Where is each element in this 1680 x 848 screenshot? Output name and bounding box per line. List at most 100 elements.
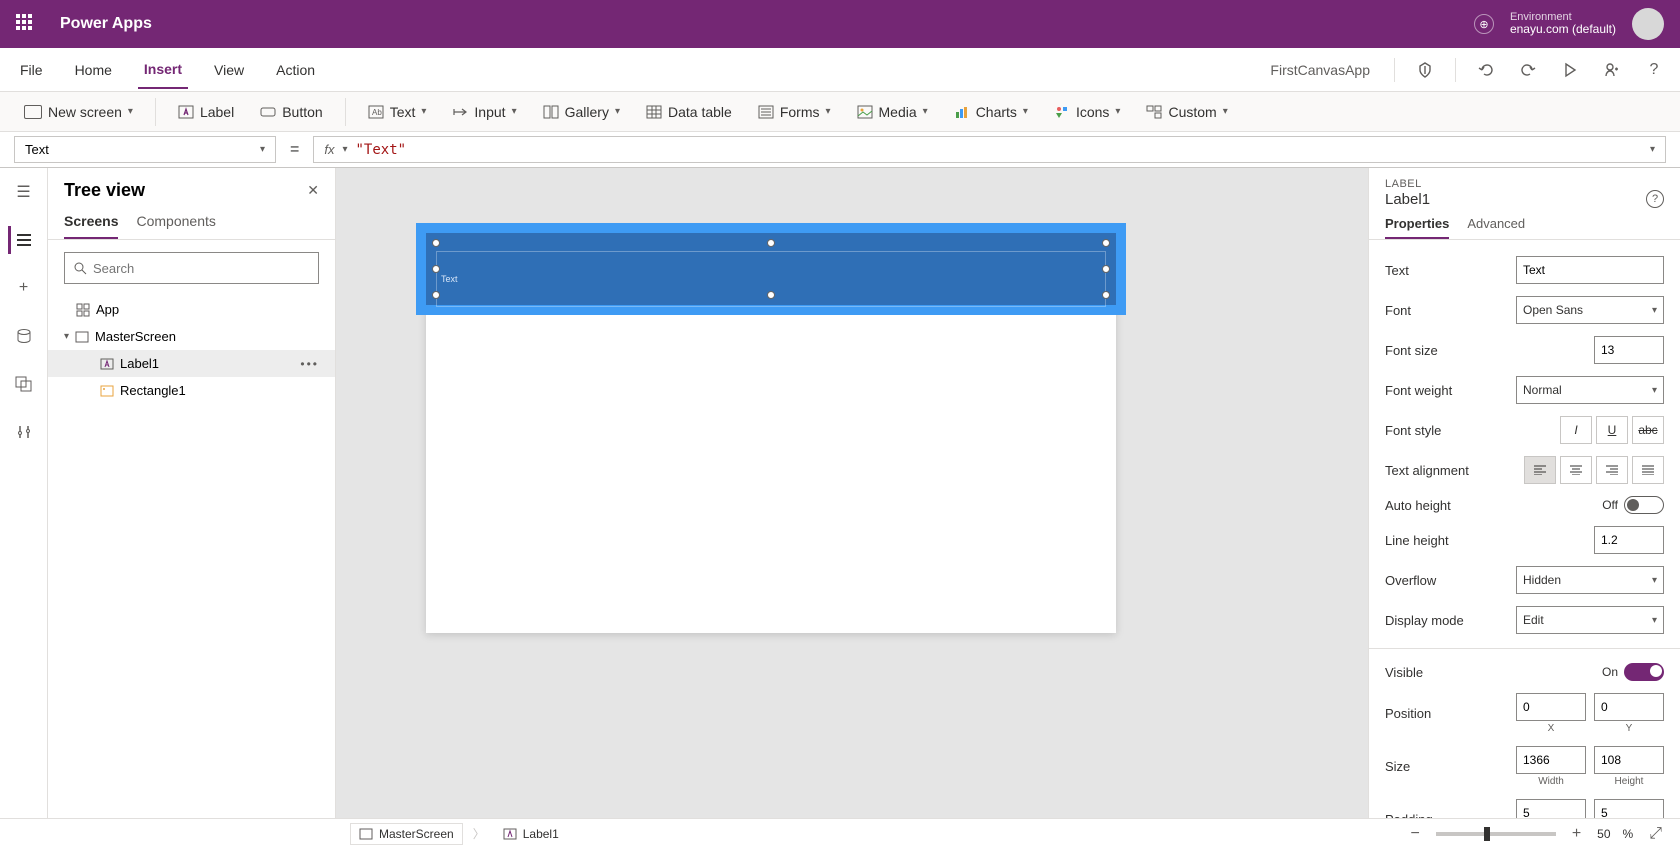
- screen-icon: [359, 828, 373, 840]
- info-icon[interactable]: ?: [1646, 190, 1664, 208]
- tree-list: App ▾ MasterScreen Label1 ••• Rectangle1: [48, 296, 335, 404]
- resize-handle[interactable]: [767, 291, 775, 299]
- prop-text-input[interactable]: [1516, 256, 1664, 284]
- strikethrough-button[interactable]: abc: [1632, 416, 1664, 444]
- resize-handle[interactable]: [432, 239, 440, 247]
- pad-top-input[interactable]: [1516, 799, 1586, 818]
- custom-dropdown[interactable]: < 8" width="6" height="5" fill="none" st…: [1136, 98, 1237, 126]
- menu-view[interactable]: View: [208, 52, 250, 88]
- prop-font-select[interactable]: Open Sans▾: [1516, 296, 1664, 324]
- chevron-down-icon: ▾: [1023, 106, 1028, 117]
- rail-hamburger-icon[interactable]: ☰: [10, 178, 38, 206]
- tree-item-screen[interactable]: ▾ MasterScreen: [48, 323, 335, 350]
- formula-text[interactable]: "Text": [356, 142, 407, 158]
- underline-button[interactable]: U: [1596, 416, 1628, 444]
- gallery-dropdown[interactable]: Gallery ▾: [533, 98, 630, 126]
- share-icon[interactable]: [1600, 58, 1624, 82]
- breadcrumb-screen[interactable]: MasterScreen: [350, 823, 463, 845]
- input-dropdown[interactable]: Input ▾: [442, 98, 526, 126]
- prop-textalign-label: Text alignment: [1385, 463, 1516, 478]
- italic-button[interactable]: I: [1560, 416, 1592, 444]
- tree-item-app[interactable]: App: [48, 296, 335, 323]
- tree-item-label[interactable]: Label1 •••: [48, 350, 335, 377]
- tab-components[interactable]: Components: [136, 213, 215, 239]
- icons-dropdown[interactable]: Icons ▾: [1044, 98, 1131, 126]
- rail-data-icon[interactable]: [10, 322, 38, 350]
- resize-handle[interactable]: [767, 239, 775, 247]
- prop-lineheight-input[interactable]: [1594, 526, 1664, 554]
- menu-home[interactable]: Home: [69, 52, 118, 88]
- environment-picker[interactable]: Environment enayu.com (default): [1510, 11, 1616, 36]
- data-table-button[interactable]: Data table: [636, 98, 742, 126]
- rail-insert-icon[interactable]: +: [10, 274, 38, 302]
- text-dropdown[interactable]: Ab Text ▾: [358, 98, 437, 126]
- undo-icon[interactable]: [1474, 58, 1498, 82]
- help-icon[interactable]: ?: [1642, 58, 1666, 82]
- chevron-down-icon[interactable]: ▾: [64, 331, 69, 342]
- size-h-input[interactable]: [1594, 746, 1664, 774]
- app-launcher-icon[interactable]: [16, 14, 36, 34]
- charts-dropdown[interactable]: Charts ▾: [944, 98, 1038, 126]
- formula-input[interactable]: fx ▾ "Text" ▾: [313, 136, 1666, 163]
- property-selector[interactable]: Text ▾: [14, 136, 276, 163]
- canvas-rectangle[interactable]: Text: [416, 223, 1126, 315]
- align-right-button[interactable]: [1596, 456, 1628, 484]
- chevron-down-icon: ▾: [615, 106, 620, 117]
- menu-insert[interactable]: Insert: [138, 51, 188, 89]
- new-screen-button[interactable]: New screen ▾: [14, 98, 143, 126]
- forms-dropdown[interactable]: Forms ▾: [748, 98, 841, 126]
- screen-icon: [75, 330, 89, 344]
- align-center-button[interactable]: [1560, 456, 1592, 484]
- pad-bottom-input[interactable]: [1594, 799, 1664, 818]
- menu-action[interactable]: Action: [270, 52, 321, 88]
- button-button[interactable]: Button: [250, 98, 332, 126]
- resize-handle[interactable]: [1102, 265, 1110, 273]
- tree-search[interactable]: [64, 252, 319, 284]
- autoheight-toggle[interactable]: [1624, 496, 1664, 514]
- breadcrumb-element[interactable]: Label1: [495, 824, 567, 844]
- fit-to-window-icon[interactable]: ⤢: [1645, 825, 1666, 843]
- zoom-slider[interactable]: [1436, 832, 1556, 836]
- more-icon[interactable]: •••: [300, 357, 319, 371]
- environment-icon[interactable]: ⊕: [1474, 14, 1494, 34]
- rail-tree-view-icon[interactable]: [8, 226, 36, 254]
- rail-media-icon[interactable]: [10, 370, 38, 398]
- tab-advanced[interactable]: Advanced: [1467, 216, 1525, 239]
- close-icon[interactable]: ✕: [307, 182, 319, 199]
- prop-fontweight-select[interactable]: Normal▾: [1516, 376, 1664, 404]
- resize-handle[interactable]: [432, 265, 440, 273]
- tab-properties[interactable]: Properties: [1385, 216, 1449, 239]
- media-dropdown[interactable]: Media ▾: [847, 98, 938, 126]
- tab-screens[interactable]: Screens: [64, 213, 118, 239]
- pos-x-input[interactable]: [1516, 693, 1586, 721]
- label-button[interactable]: Label: [168, 98, 244, 126]
- resize-handle[interactable]: [1102, 291, 1110, 299]
- resize-handle[interactable]: [1102, 239, 1110, 247]
- chevron-down-icon[interactable]: ▾: [342, 144, 347, 155]
- align-left-button[interactable]: [1524, 456, 1556, 484]
- resize-handle[interactable]: [432, 291, 440, 299]
- zoom-in-button[interactable]: +: [1568, 825, 1585, 843]
- fx-icon[interactable]: fx: [324, 142, 334, 157]
- zoom-value: 50: [1597, 827, 1610, 841]
- redo-icon[interactable]: [1516, 58, 1540, 82]
- prop-displaymode-select[interactable]: Edit▾: [1516, 606, 1664, 634]
- prop-overflow-select[interactable]: Hidden▾: [1516, 566, 1664, 594]
- search-input[interactable]: [93, 261, 310, 276]
- play-icon[interactable]: [1558, 58, 1582, 82]
- menu-file[interactable]: File: [14, 52, 49, 88]
- artboard[interactable]: Text: [426, 228, 1116, 633]
- canvas-area[interactable]: Text: [336, 168, 1368, 818]
- visible-toggle[interactable]: [1624, 663, 1664, 681]
- user-avatar[interactable]: [1632, 8, 1664, 40]
- canvas-app-name[interactable]: FirstCanvasApp: [1270, 62, 1370, 78]
- align-justify-button[interactable]: [1632, 456, 1664, 484]
- expand-formula-icon[interactable]: ▾: [1650, 144, 1655, 155]
- zoom-out-button[interactable]: −: [1406, 825, 1423, 843]
- rail-tools-icon[interactable]: [10, 418, 38, 446]
- size-w-input[interactable]: [1516, 746, 1586, 774]
- pos-y-input[interactable]: [1594, 693, 1664, 721]
- app-checker-icon[interactable]: [1413, 58, 1437, 82]
- prop-fontsize-input[interactable]: [1594, 336, 1664, 364]
- tree-item-rectangle[interactable]: Rectangle1: [48, 377, 335, 404]
